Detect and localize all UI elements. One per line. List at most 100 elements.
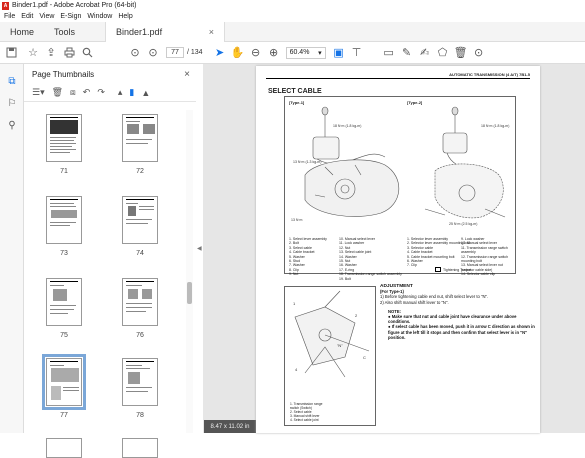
page-thumbnail[interactable]	[46, 196, 82, 244]
svg-text:18 N·m (1.8 kg-m): 18 N·m (1.8 kg-m)	[333, 124, 361, 128]
bookmark-icon[interactable]: ⚐	[0, 92, 24, 114]
delete-page-icon[interactable]: 🗑	[52, 87, 63, 98]
svg-text:1: 1	[293, 301, 296, 306]
panel-header: Page Thumbnails ×	[24, 64, 196, 84]
undo-icon[interactable]: ↶	[83, 87, 91, 98]
attachment-icon[interactable]: ⚲	[0, 114, 24, 136]
current-page-input[interactable]: 77	[166, 47, 184, 58]
cable-diagram-drawing: 18 N·m (1.8 kg-m) 13 N·m (1.3 kg-m) 18 N…	[291, 106, 509, 226]
adjustment-text: ADJUSTMENT (For Type-1) 1) Before tighte…	[380, 284, 535, 340]
thumbnail-label: 74	[136, 250, 144, 257]
page-thumbnail[interactable]	[122, 196, 158, 244]
page-thumbnail[interactable]	[122, 438, 158, 458]
menu-window[interactable]: Window	[87, 13, 112, 20]
menu-file[interactable]: File	[4, 13, 15, 20]
previous-page-icon[interactable]: ⊙	[126, 44, 144, 62]
collapse-panel-icon[interactable]: ◀	[197, 245, 202, 252]
page-thumbnail-selected[interactable]	[42, 354, 86, 410]
page-thumbnail[interactable]	[122, 278, 158, 326]
thumbnail-grid: 71 72 73 74 75 76 77 78	[24, 102, 188, 458]
page-header: AUTOMATIC TRANSMISSION (4 A/T) 7B1-5	[266, 72, 530, 79]
torque-wrench-icon	[435, 267, 441, 272]
stamp-icon[interactable]: ⬠	[434, 44, 452, 62]
options-menu-icon[interactable]: ☰▾	[32, 87, 45, 98]
page-thumbnail[interactable]	[46, 278, 82, 326]
more-tools-icon[interactable]: ⊙	[470, 44, 488, 62]
tab-tools[interactable]: Tools	[44, 22, 85, 42]
large-mountain-icon[interactable]: ▲	[141, 88, 150, 98]
small-mountain-icon[interactable]: ▴	[118, 87, 123, 98]
window-title: Binder1.pdf - Adobe Acrobat Pro (64-bit)	[12, 2, 137, 9]
svg-text:4: 4	[295, 367, 298, 372]
tab-home[interactable]: Home	[0, 22, 44, 42]
zoom-out-icon[interactable]: ⊖	[247, 44, 265, 62]
zoom-in-icon[interactable]: ⊕	[265, 44, 283, 62]
thumbnail-label: 75	[60, 332, 68, 339]
svg-text:C: C	[363, 355, 366, 360]
thumbnails-panel: Page Thumbnails × ☰▾ 🗑 ⧈ ↶ ↷ ▴ ▮ ▲ 71 72	[24, 64, 196, 458]
legend-column-1: 1. Select lever assembly 2. Bolt 3. Selec…	[289, 237, 327, 277]
page-thumbnail[interactable]	[122, 358, 158, 406]
chevron-down-icon: ▾	[318, 49, 322, 57]
scrollbar-thumb[interactable]	[187, 282, 192, 304]
page-thumbnail[interactable]	[46, 438, 82, 458]
menu-help[interactable]: Help	[118, 13, 132, 20]
page-thumbnails-icon[interactable]: ⧉	[0, 70, 24, 92]
legend-column-2: 10. Manual select lever 11. Lock washer 1…	[339, 237, 402, 281]
print-icon[interactable]	[60, 44, 78, 62]
left-rail: ⧉ ⚐ ⚲	[0, 64, 24, 433]
zoom-level-dropdown[interactable]: 60.4% ▾	[285, 46, 326, 59]
thumbnail-label: 73	[60, 250, 68, 257]
draw-icon[interactable]: ✍	[416, 44, 434, 62]
svg-text:13 N·m: 13 N·m	[291, 218, 303, 222]
search-icon[interactable]	[78, 44, 96, 62]
page-fit-icon[interactable]: ▣	[330, 44, 348, 62]
menu-edit[interactable]: Edit	[21, 13, 33, 20]
tab-document[interactable]: Binder1.pdf ×	[105, 21, 226, 42]
thumbnail-label: 71	[60, 168, 68, 175]
redo-icon[interactable]: ↷	[97, 87, 105, 98]
close-tab-icon[interactable]: ×	[209, 27, 214, 37]
upload-cloud-icon[interactable]: ⇪	[42, 44, 60, 62]
menu-bar: File Edit View E-Sign Window Help	[0, 11, 585, 22]
zoom-level-value: 60.4%	[289, 48, 310, 56]
svg-text:25 N·m (2.5 kg-m): 25 N·m (2.5 kg-m)	[449, 222, 477, 226]
toolbar: ☆ ⇪ ⊙ ⊙ 77 / 134 ➤ ✋ ⊖ ⊕ 60.4% ▾ ▣ ⊤ ▭ ✎…	[0, 42, 585, 64]
thumbnail-scrollbar[interactable]	[186, 110, 193, 433]
select-cable-figure: [Type-1] [Type-2] 18 N·m (1.8 kg-m) 13 N…	[284, 96, 516, 281]
menu-esign[interactable]: E-Sign	[60, 13, 81, 20]
note-item: ● Make sure that nut and cable joint hav…	[388, 314, 517, 325]
comment-icon[interactable]: ▭	[380, 44, 398, 62]
tightening-torque-legend: Tightening Torque	[435, 267, 471, 272]
star-icon[interactable]: ☆	[24, 44, 42, 62]
thumbnail-label: 77	[60, 412, 68, 419]
hand-tool-icon[interactable]: ✋	[229, 44, 247, 62]
page-thumbnail[interactable]	[122, 114, 158, 162]
svg-text:13 N·m (1.3 kg-m): 13 N·m (1.3 kg-m)	[293, 160, 321, 164]
extract-page-icon[interactable]: ⧈	[70, 87, 76, 98]
delete-icon[interactable]: 🗑	[452, 44, 470, 62]
thumbnail-label: 72	[136, 168, 144, 175]
scroll-mode-icon[interactable]: ⊤	[348, 44, 366, 62]
total-pages: / 134	[187, 49, 203, 56]
highlight-icon[interactable]: ✎	[398, 44, 416, 62]
title-bar: A Binder1.pdf - Adobe Acrobat Pro (64-bi…	[0, 0, 585, 11]
page-title: SELECT CABLE	[268, 88, 322, 95]
adjustment-figure-legend: 1. Transmission range switch (Switch) 2.…	[290, 402, 323, 422]
document-viewer[interactable]: 8.47 x 11.02 in AUTOMATIC TRANSMISSION (…	[203, 64, 585, 433]
select-cursor-icon[interactable]: ➤	[211, 44, 229, 62]
menu-view[interactable]: View	[39, 13, 54, 20]
svg-text:"N": "N"	[337, 343, 343, 348]
tab-document-label: Binder1.pdf	[116, 26, 163, 37]
svg-text:18 N·m (1.8 kg-m): 18 N·m (1.8 kg-m)	[481, 124, 509, 128]
page-thumbnail[interactable]	[46, 114, 82, 162]
thumbnail-size-slider[interactable]: ▮	[129, 87, 134, 98]
page-size-badge: 8.47 x 11.02 in	[204, 420, 256, 433]
save-icon[interactable]	[2, 44, 20, 62]
adjustment-drawing: 1 2 "N" C 4	[293, 290, 370, 378]
note-item: ● If select cable has been moved, push i…	[388, 324, 535, 340]
tab-bar: Home Tools Binder1.pdf ×	[0, 21, 585, 42]
thumbnail-label: 76	[136, 332, 144, 339]
next-page-icon[interactable]: ⊙	[144, 44, 162, 62]
close-icon[interactable]: ×	[184, 69, 190, 80]
